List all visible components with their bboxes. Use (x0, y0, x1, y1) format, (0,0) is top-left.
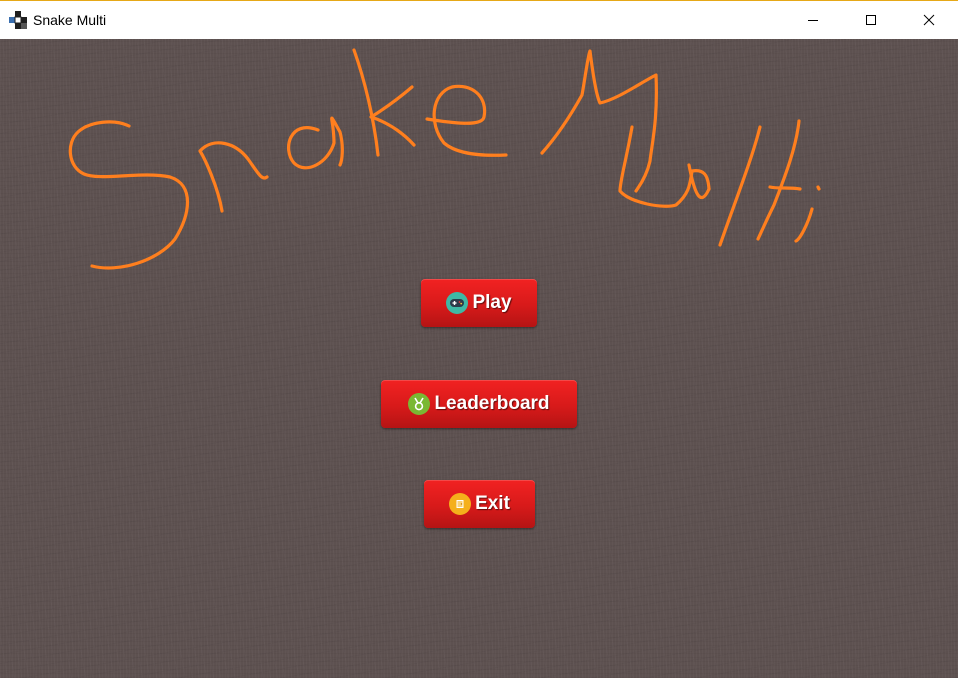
window-title: Snake Multi (33, 11, 107, 28)
game-canvas: Snake Multi (0, 39, 958, 678)
leaderboard-button[interactable]: Leaderboard (381, 380, 577, 428)
exit-button-label: Exit (475, 493, 510, 514)
maximize-icon (866, 14, 876, 25)
maximize-button[interactable] (842, 0, 900, 39)
minimize-icon (808, 19, 818, 21)
medal-icon (408, 393, 431, 415)
gamepad-icon (446, 292, 469, 314)
game-window: Snake Multi Snake Multi (0, 0, 958, 678)
app-icon (8, 10, 28, 30)
play-button-label: Play (472, 292, 512, 313)
exit-door-icon (449, 493, 472, 515)
snake-multi-logo (68, 48, 821, 270)
title-bar[interactable]: Snake Multi (0, 0, 958, 39)
exit-button[interactable]: Exit (424, 480, 535, 528)
play-button[interactable]: Play (421, 279, 537, 327)
close-icon (923, 14, 935, 25)
close-button[interactable] (900, 0, 958, 39)
leaderboard-button-label: Leaderboard (434, 393, 550, 414)
minimize-button[interactable] (784, 0, 842, 39)
window-controls (784, 0, 958, 39)
